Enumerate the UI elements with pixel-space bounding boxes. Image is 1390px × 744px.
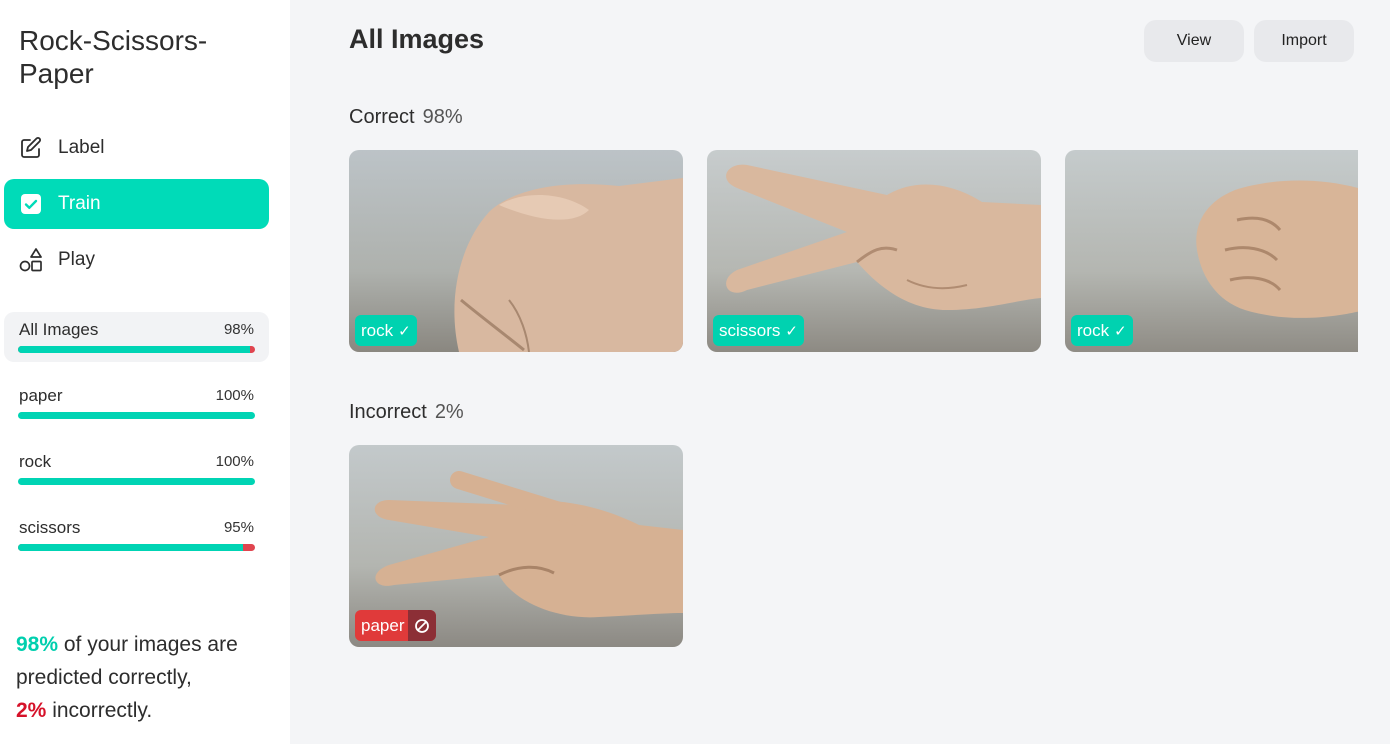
view-button[interactable]: View	[1144, 20, 1244, 62]
accuracy-summary: 98% of your images are predicted correct…	[16, 628, 276, 727]
nav-label: Play	[58, 249, 95, 270]
accuracy-bar-fill	[18, 346, 251, 353]
summary-correct-pct: 98%	[16, 633, 59, 656]
accuracy-bar-fill	[18, 412, 255, 419]
class-accuracy: 100%	[215, 387, 254, 404]
image-thumbnail[interactable]: rock ✓	[1065, 150, 1358, 352]
class-accuracy: 100%	[215, 453, 254, 470]
app-title: Rock-Scissors-Paper	[19, 25, 208, 89]
correct-percent: 98%	[422, 106, 463, 128]
class-item-paper[interactable]: paper 100%	[4, 378, 269, 428]
correct-section-heading: Correct 98%	[349, 106, 463, 129]
accuracy-bar-fill	[18, 544, 244, 551]
prediction-label: paper	[361, 615, 405, 635]
import-button[interactable]: Import	[1254, 20, 1354, 62]
incorrect-icon	[408, 610, 437, 641]
checkbox-icon	[18, 191, 44, 217]
incorrect-section-heading: Incorrect 2%	[349, 401, 464, 424]
check-icon: ✓	[398, 322, 411, 340]
nav-label: Train	[58, 193, 101, 214]
class-item-scissors[interactable]: scissors 95%	[4, 510, 269, 560]
class-name: scissors	[19, 518, 81, 537]
nav-item-play[interactable]: Play	[4, 235, 269, 285]
accuracy-bar-fill	[18, 478, 255, 485]
prediction-label: rock	[361, 320, 394, 340]
check-icon: ✓	[785, 322, 798, 340]
incorrect-label: Incorrect	[349, 401, 427, 423]
incorrect-percent: 2%	[434, 401, 464, 423]
shapes-icon	[18, 247, 44, 273]
image-thumbnail[interactable]: scissors ✓	[707, 150, 1041, 352]
class-name: All Images	[19, 320, 99, 339]
prediction-tag: scissors ✓	[713, 315, 804, 346]
accuracy-bar	[18, 544, 255, 551]
prediction-tag: paper	[355, 610, 437, 641]
prediction-label: scissors	[719, 320, 781, 340]
check-icon: ✓	[1114, 322, 1127, 340]
prediction-label: rock	[1077, 320, 1110, 340]
sidebar: Rock-Scissors-Paper Label Train Play All…	[0, 0, 290, 744]
class-accuracy: 98%	[223, 321, 254, 338]
image-thumbnail[interactable]: rock ✓	[349, 150, 683, 352]
class-item-rock[interactable]: rock 100%	[4, 444, 269, 494]
nav-item-train[interactable]: Train	[4, 179, 269, 229]
nav-label: Label	[58, 137, 105, 158]
correct-label: Correct	[349, 106, 415, 128]
accuracy-bar	[18, 346, 255, 353]
page-title: All Images	[349, 24, 485, 54]
accuracy-bar	[18, 412, 255, 419]
prediction-tag: rock ✓	[355, 315, 417, 346]
prediction-tag: rock ✓	[1071, 315, 1133, 346]
nav-item-label[interactable]: Label	[4, 123, 269, 173]
class-item-all-images[interactable]: All Images 98%	[4, 312, 269, 362]
summary-incorrect-text: incorrectly.	[46, 699, 153, 722]
class-name: rock	[19, 452, 52, 471]
class-name: paper	[19, 386, 63, 405]
summary-incorrect-pct: 2%	[16, 699, 47, 722]
edit-icon	[18, 135, 44, 161]
accuracy-bar	[18, 478, 255, 485]
image-thumbnail[interactable]: paper	[349, 445, 683, 647]
correct-image-grid: rock ✓ scissors ✓ rock ✓	[349, 150, 1358, 352]
incorrect-image-grid: paper	[349, 445, 683, 647]
class-accuracy: 95%	[223, 519, 254, 536]
